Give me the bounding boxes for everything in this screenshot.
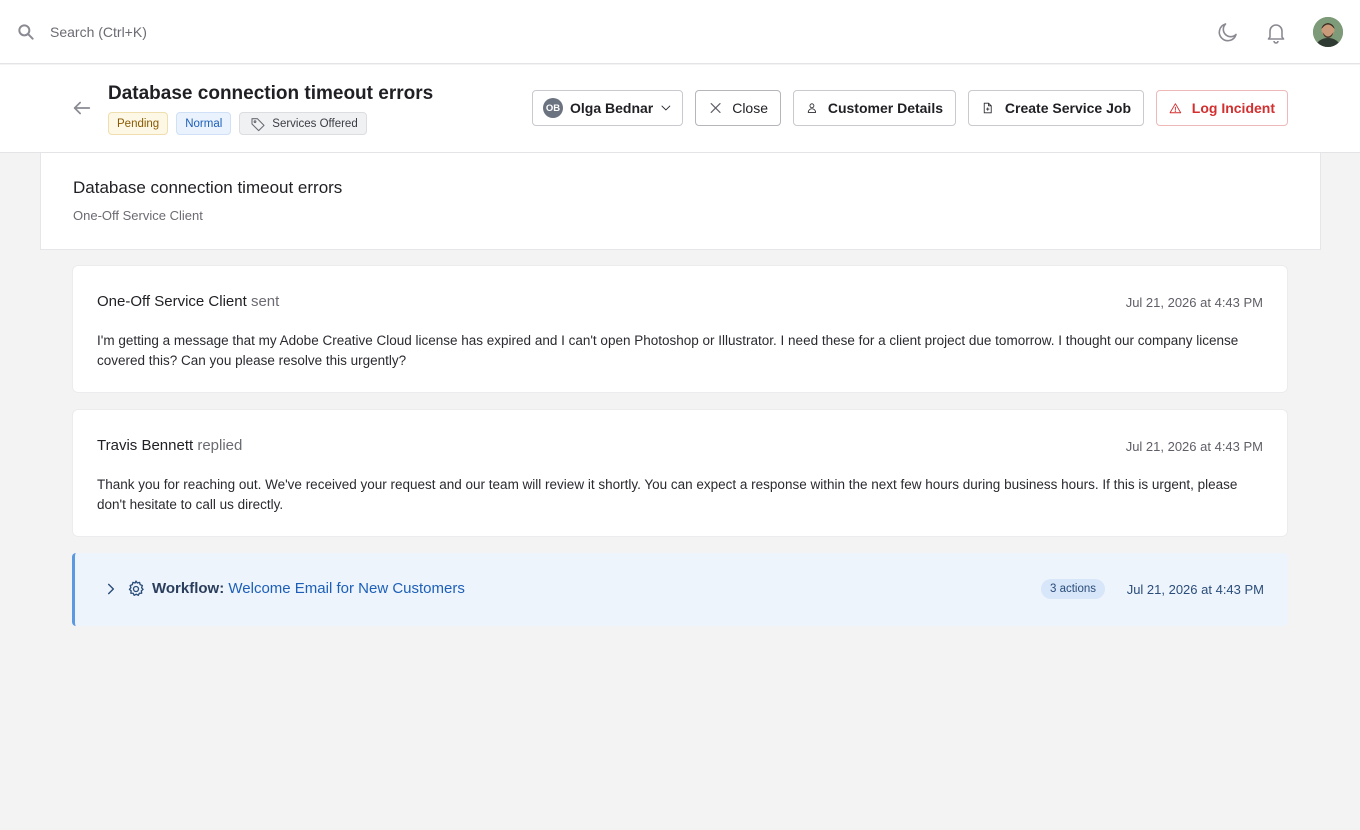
back-arrow-icon[interactable] — [70, 96, 94, 120]
workflow-actions-badge: 3 actions — [1041, 579, 1106, 599]
ticket-summary-card: Database connection timeout errors One-O… — [40, 153, 1321, 250]
create-service-job-button[interactable]: Create Service Job — [968, 90, 1144, 126]
message-timestamp: Jul 21, 2026 at 4:43 PM — [1125, 295, 1263, 310]
message-author: One-Off Service Client — [97, 293, 247, 310]
bell-icon[interactable] — [1263, 19, 1289, 45]
workflow-prefix: Workflow: — [152, 580, 225, 597]
log-incident-label: Log Incident — [1191, 100, 1275, 116]
customer-details-button[interactable]: Customer Details — [793, 90, 956, 126]
create-service-job-label: Create Service Job — [1004, 100, 1131, 116]
message-author: Travis Bennett — [97, 437, 194, 454]
user-icon — [807, 103, 817, 113]
assignee-name: Olga Bednar — [570, 100, 654, 116]
message-verb: replied — [197, 437, 243, 454]
workflow-name[interactable]: Welcome Email for New Customers — [228, 580, 464, 597]
page-title: Database connection timeout errors — [108, 83, 434, 104]
top-bar — [0, 0, 1360, 64]
close-ticket-button[interactable]: Close — [695, 90, 781, 126]
gear-icon — [128, 580, 144, 596]
warning-icon — [1169, 102, 1182, 113]
ticket-header: Database connection timeout errors Pendi… — [0, 65, 1360, 153]
message-author-line: One-Off Service Client sent — [97, 293, 279, 310]
summary-customer: One-Off Service Client — [73, 208, 203, 223]
assignee-initials: OB — [543, 98, 563, 118]
message-body: Thank you for reaching out. We've receiv… — [97, 477, 1238, 512]
chevron-right-icon[interactable] — [103, 581, 119, 597]
workflow-timestamp: Jul 21, 2026 at 4:43 PM — [1126, 582, 1264, 597]
assignee-dropdown[interactable]: OB Olga Bednar — [532, 90, 683, 126]
file-plus-icon — [983, 102, 992, 114]
category-tag-badge[interactable]: Services Offered — [239, 112, 367, 135]
search-input[interactable] — [50, 24, 450, 40]
user-avatar[interactable] — [1313, 17, 1343, 47]
chevron-down-icon — [661, 105, 671, 111]
message-author-line: Travis Bennett replied — [97, 437, 242, 454]
message-body: I'm getting a message that my Adobe Crea… — [97, 333, 1239, 368]
tag-icon — [251, 117, 265, 131]
ticket-badges: Pending Normal Services Offered — [108, 112, 367, 135]
workflow-label: Workflow: Welcome Email for New Customer… — [152, 580, 465, 597]
search-icon — [18, 24, 34, 40]
message-card: Travis Bennett replied Jul 21, 2026 at 4… — [72, 409, 1288, 537]
close-button-label: Close — [732, 100, 768, 116]
message-verb: sent — [250, 293, 280, 310]
moon-icon[interactable] — [1215, 19, 1241, 45]
search-bar[interactable] — [16, 20, 450, 44]
status-badge: Pending — [108, 112, 169, 135]
close-icon — [710, 102, 721, 114]
priority-badge: Normal — [176, 112, 232, 135]
customer-details-label: Customer Details — [827, 100, 943, 116]
log-incident-button[interactable]: Log Incident — [1156, 90, 1288, 126]
workflow-row[interactable]: Workflow: Welcome Email for New Customer… — [72, 553, 1288, 626]
message-timestamp: Jul 21, 2026 at 4:43 PM — [1125, 439, 1263, 454]
summary-title: Database connection timeout errors — [73, 178, 343, 197]
message-card: One-Off Service Client sent Jul 21, 2026… — [72, 265, 1288, 393]
category-tag-label: Services Offered — [272, 117, 358, 130]
